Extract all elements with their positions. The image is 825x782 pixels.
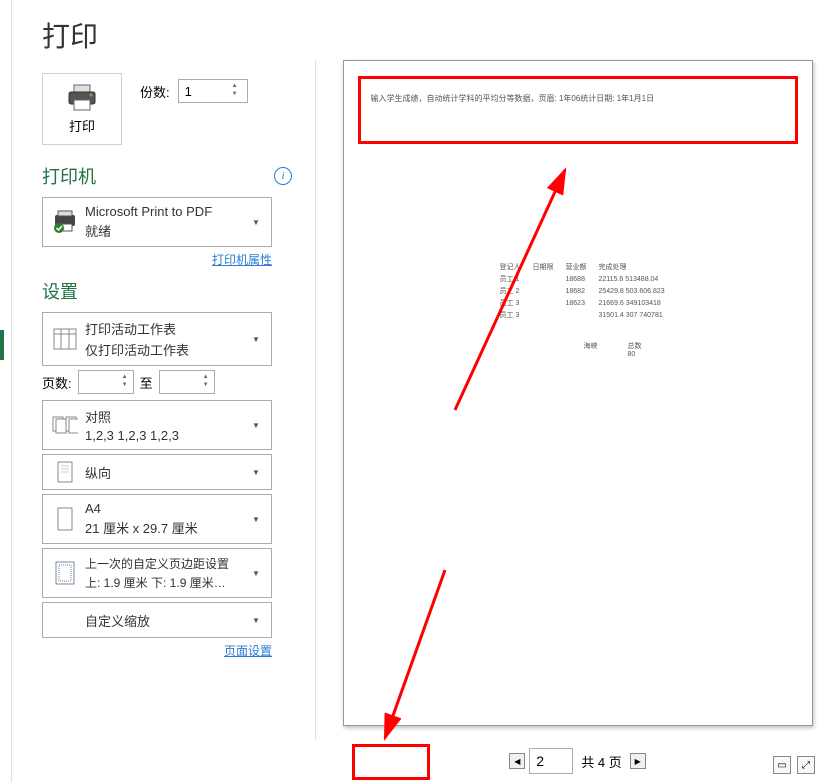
copies-down[interactable]: ▼ bbox=[229, 91, 241, 99]
copies-input[interactable]: 1 ▲ ▼ bbox=[178, 79, 248, 103]
chevron-down-icon: ▼ bbox=[249, 421, 263, 430]
printer-section-title: 打印机 bbox=[42, 163, 96, 189]
chevron-down-icon: ▼ bbox=[249, 569, 263, 578]
pages-label: 页数: bbox=[42, 373, 72, 392]
chevron-down-icon: ▼ bbox=[249, 335, 263, 344]
print-area-dropdown[interactable]: 打印活动工作表 仅打印活动工作表 ▼ bbox=[42, 312, 272, 366]
chevron-down-icon: ▼ bbox=[249, 468, 263, 477]
settings-section-title: 设置 bbox=[42, 278, 292, 304]
page-from-input[interactable]: ▲▼ bbox=[78, 370, 134, 394]
page-count-label: 共 4 页 bbox=[581, 752, 621, 771]
preview-footer: 海峡 总数 80 bbox=[584, 341, 642, 358]
print-button-label: 打印 bbox=[69, 116, 95, 135]
printer-name: Microsoft Print to PDF bbox=[85, 204, 249, 219]
copies-label: 份数: bbox=[140, 82, 170, 101]
page-to-input[interactable]: ▲▼ bbox=[159, 370, 215, 394]
printer-icon bbox=[66, 84, 98, 112]
annotation-box-top: 输入学生成绩，自动统计学科的平均分等数据，页眉: 1年06统计日期: 1年1月1… bbox=[358, 76, 798, 144]
printer-properties-link[interactable]: 打印机属性 bbox=[212, 253, 272, 267]
page-navigation: ◀ 共 4 页 ▶ bbox=[340, 746, 815, 776]
orientation-dropdown[interactable]: 纵向 ▼ bbox=[42, 454, 272, 490]
print-preview: 输入学生成绩，自动统计学科的平均分等数据，页眉: 1年06统计日期: 1年1月1… bbox=[340, 60, 815, 740]
page-setup-link[interactable]: 页面设置 bbox=[224, 644, 272, 658]
margins-dropdown[interactable]: 上一次的自定义页边距设置 上: 1.9 厘米 下: 1.9 厘米… ▼ bbox=[42, 548, 272, 598]
margins-icon bbox=[55, 561, 75, 585]
chevron-down-icon: ▼ bbox=[249, 218, 263, 227]
collate-icon bbox=[52, 414, 78, 436]
preview-table: 登记人日期限营业额完成处理员工 11868822115.6 513488.04员… bbox=[494, 261, 671, 321]
chevron-down-icon: ▼ bbox=[249, 616, 263, 625]
info-icon[interactable]: i bbox=[274, 167, 292, 185]
preview-page: 输入学生成绩，自动统计学科的平均分等数据，页眉: 1年06统计日期: 1年1月1… bbox=[343, 60, 813, 726]
scaling-dropdown[interactable]: 自定义缩放 ▼ bbox=[42, 602, 272, 638]
pages-to-label: 至 bbox=[140, 373, 153, 392]
print-button[interactable]: 打印 bbox=[42, 73, 122, 145]
show-margins-button[interactable]: ▭ bbox=[773, 756, 791, 774]
prev-page-button[interactable]: ◀ bbox=[509, 753, 525, 769]
sheet-icon bbox=[53, 328, 77, 350]
paper-icon bbox=[56, 507, 74, 531]
zoom-to-page-button[interactable]: ⤢ bbox=[797, 756, 815, 774]
page-title: 打印 bbox=[42, 15, 292, 55]
next-page-button[interactable]: ▶ bbox=[630, 753, 646, 769]
printer-status: 就绪 bbox=[85, 221, 249, 240]
collate-dropdown[interactable]: 对照 1,2,3 1,2,3 1,2,3 ▼ bbox=[42, 400, 272, 450]
printer-ready-icon bbox=[52, 210, 78, 234]
paper-dropdown[interactable]: A4 21 厘米 x 29.7 厘米 ▼ bbox=[42, 494, 272, 544]
current-page-input[interactable] bbox=[529, 748, 573, 774]
printer-dropdown[interactable]: Microsoft Print to PDF 就绪 ▼ bbox=[42, 197, 272, 247]
chevron-down-icon: ▼ bbox=[249, 515, 263, 524]
copies-up[interactable]: ▲ bbox=[229, 83, 241, 91]
portrait-icon bbox=[56, 461, 74, 483]
